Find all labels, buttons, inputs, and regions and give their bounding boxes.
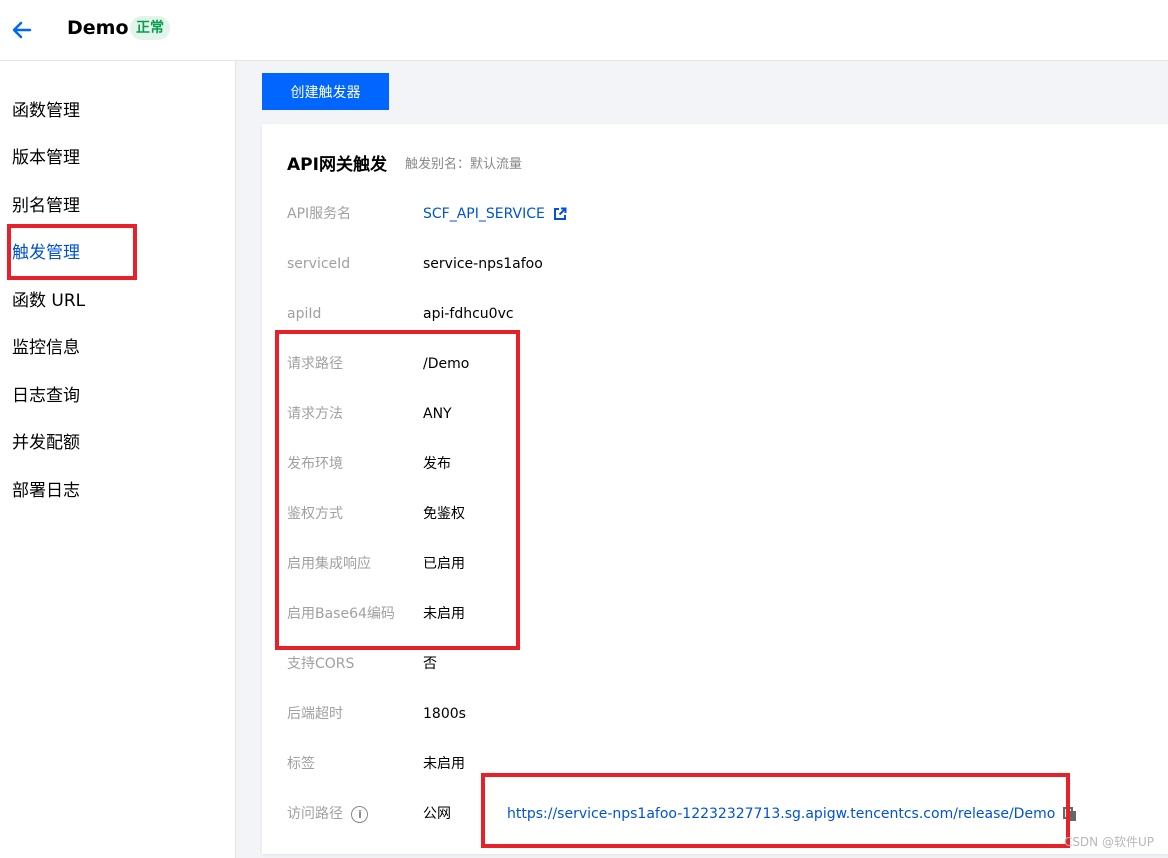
access-url-link[interactable]: https://service-nps1afoo-12232327713.sg.… <box>507 806 1055 822</box>
label-publish-env: 发布环境 <box>287 456 343 472</box>
api-service-link[interactable]: SCF_API_SERVICE <box>423 206 545 222</box>
sidebar-item-deploy-logs[interactable]: 部署日志 <box>12 478 80 504</box>
value-api-service-name: SCF_API_SERVICE <box>423 204 567 224</box>
label-access-path: 访问路径 i <box>287 804 369 824</box>
external-link-icon[interactable] <box>553 207 567 221</box>
value-request-method: ANY <box>423 406 452 422</box>
watermark: CSDN @软件UP <box>1063 835 1154 849</box>
sidebar-item-version-management[interactable]: 版本管理 <box>12 145 80 171</box>
value-api-id: api-fdhcu0vc <box>423 306 514 322</box>
label-api-id: apiId <box>287 306 322 322</box>
label-request-path: 请求路径 <box>287 356 343 372</box>
sidebar-item-log-query[interactable]: 日志查询 <box>12 383 80 409</box>
sidebar-item-function-management[interactable]: 函数管理 <box>12 98 80 124</box>
create-trigger-button[interactable]: 创建触发器 <box>262 73 389 110</box>
value-request-path: /Demo <box>423 356 470 372</box>
status-badge: 正常 <box>130 16 170 40</box>
access-url-row: https://service-nps1afoo-12232327713.sg.… <box>507 804 1077 824</box>
page-title: Demo <box>67 17 129 39</box>
access-path-label-text: 访问路径 <box>287 806 343 822</box>
value-access-type: 公网 <box>423 806 451 822</box>
value-base64-encoding: 未启用 <box>423 606 465 622</box>
label-backend-timeout: 后端超时 <box>287 706 343 722</box>
label-service-id: serviceId <box>287 256 351 272</box>
trigger-title: API网关触发 <box>287 155 387 175</box>
sidebar-item-function-url[interactable]: 函数 URL <box>12 288 85 314</box>
value-tags: 未启用 <box>423 756 465 772</box>
page-header: Demo 正常 <box>0 0 1168 61</box>
value-cors: 否 <box>423 656 437 672</box>
value-integration-response: 已启用 <box>423 556 465 572</box>
trigger-card: API网关触发 触发别名：默认流量 API服务名 SCF_API_SERVICE… <box>262 124 1168 854</box>
sidebar: 函数管理 版本管理 别名管理 触发管理 函数 URL 监控信息 日志查询 并发配… <box>0 61 236 858</box>
main-content: 创建触发器 API网关触发 触发别名：默认流量 API服务名 SCF_API_S… <box>236 61 1168 858</box>
back-arrow-icon[interactable] <box>10 18 34 42</box>
value-auth-method: 免鉴权 <box>423 506 465 522</box>
label-integration-response: 启用集成响应 <box>287 556 371 572</box>
trigger-alias: 触发别名：默认流量 <box>405 157 523 172</box>
sidebar-item-alias-management[interactable]: 别名管理 <box>12 193 80 219</box>
label-auth-method: 鉴权方式 <box>287 506 343 522</box>
label-cors: 支持CORS <box>287 656 355 672</box>
value-service-id: service-nps1afoo <box>423 256 543 272</box>
sidebar-item-trigger-management[interactable]: 触发管理 <box>12 240 80 266</box>
sidebar-item-monitoring[interactable]: 监控信息 <box>12 335 80 361</box>
sidebar-item-concurrency-quota[interactable]: 并发配额 <box>12 430 80 456</box>
label-tags: 标签 <box>287 756 315 772</box>
label-request-method: 请求方法 <box>287 406 343 422</box>
value-backend-timeout: 1800s <box>423 706 466 722</box>
copy-icon[interactable] <box>1062 806 1077 822</box>
value-publish-env: 发布 <box>423 456 451 472</box>
info-icon[interactable]: i <box>351 805 369 823</box>
label-base64-encoding: 启用Base64编码 <box>287 606 395 622</box>
label-api-service-name: API服务名 <box>287 206 352 222</box>
